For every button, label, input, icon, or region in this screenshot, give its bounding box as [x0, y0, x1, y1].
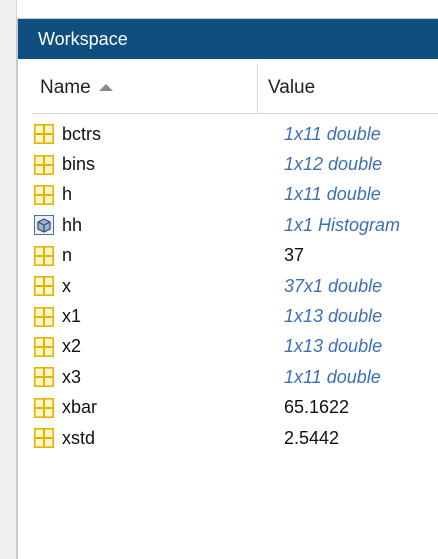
variable-row[interactable]: xbar 65.1622 — [32, 393, 438, 423]
variable-name: xbar — [62, 397, 98, 418]
variable-row[interactable]: x3 1x11 double — [32, 362, 438, 392]
matrix-icon — [34, 428, 54, 449]
variable-name: h — [62, 184, 73, 205]
variable-row[interactable]: bins 1x12 double — [32, 149, 438, 179]
variable-row[interactable]: x1 1x13 double — [32, 301, 438, 331]
variable-value: 1x12 double — [284, 154, 383, 175]
variable-row[interactable]: x2 1x13 double — [32, 332, 438, 362]
variable-value: 2.5442 — [284, 427, 340, 448]
table-header: Name Value — [32, 63, 438, 114]
variable-value: 1x11 double — [284, 184, 381, 205]
variable-name: x1 — [62, 306, 82, 327]
variable-name: xstd — [62, 427, 96, 448]
value-column-label: Value — [268, 77, 316, 98]
workspace-panel: Workspace Name Value bctrs 1x11 double bin… — [16, 18, 438, 559]
name-column-header[interactable]: Name — [32, 63, 258, 113]
variable-value: 1x13 double — [284, 336, 383, 357]
variable-row[interactable]: n 37 — [32, 241, 438, 271]
matrix-icon — [34, 397, 54, 418]
variable-value: 37 — [284, 245, 305, 266]
matrix-icon — [34, 245, 54, 266]
matrix-icon — [34, 124, 54, 145]
matrix-icon — [34, 154, 54, 175]
variable-row[interactable]: bctrs 1x11 double — [32, 119, 438, 149]
matrix-icon — [34, 276, 54, 297]
variable-value: 37x1 double — [284, 275, 383, 296]
matrix-icon — [34, 336, 54, 357]
variable-name: x3 — [62, 366, 82, 387]
variable-row[interactable]: hh 1x1 Histogram — [32, 210, 438, 240]
matrix-icon — [34, 367, 54, 388]
variable-row[interactable]: h 1x11 double — [32, 180, 438, 210]
variable-value: 1x11 double — [284, 366, 381, 387]
variable-name: x — [62, 275, 71, 296]
variable-name: n — [62, 245, 73, 266]
variable-name: hh — [62, 214, 83, 235]
name-column-label: Name — [40, 77, 91, 98]
matrix-icon — [34, 184, 54, 205]
variable-value: 1x1 Histogram — [284, 214, 401, 235]
variable-name: x2 — [62, 336, 82, 357]
variable-row[interactable]: x 37x1 double — [32, 271, 438, 301]
variable-row[interactable]: xstd 2.5442 — [32, 423, 438, 453]
variable-value: 1x11 double — [284, 123, 381, 144]
value-column-header[interactable]: Value — [258, 63, 315, 113]
panel-title: Workspace — [18, 19, 438, 59]
matrix-icon — [34, 306, 54, 327]
variable-name: bctrs — [62, 123, 102, 144]
variable-list: bctrs 1x11 double bins 1x12 double h 1x11 dou… — [32, 119, 438, 453]
variable-name: bins — [62, 154, 96, 175]
variable-value: 1x13 double — [284, 306, 383, 327]
left-panel-edge — [0, 0, 17, 559]
object-icon — [34, 215, 54, 236]
sort-ascending-icon — [98, 83, 113, 91]
variable-value: 65.1622 — [284, 397, 350, 418]
